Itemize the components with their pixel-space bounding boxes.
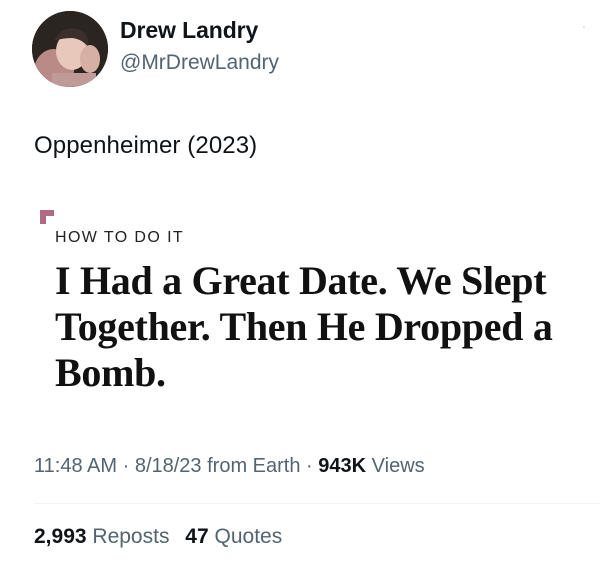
reposts-link[interactable]: 2,993 Reposts (34, 525, 169, 548)
author-display-name[interactable]: Drew Landry (120, 17, 258, 44)
avatar-photo (32, 11, 108, 87)
views-label: Views (371, 455, 425, 477)
avatar[interactable] (32, 11, 108, 87)
engagement-stats: 2,993 Reposts 47 Quotes (34, 525, 282, 549)
kicker-mark-icon (40, 210, 54, 224)
meta-separator: · (122, 455, 130, 477)
more-options-icon[interactable]: · (576, 18, 592, 42)
quotes-link[interactable]: 47 Quotes (185, 525, 282, 548)
tweet-text: Oppenheimer (2023) (34, 132, 258, 159)
author-handle[interactable]: @MrDrewLandry (120, 51, 279, 75)
article-headline: I Had a Great Date. We Slept Together. T… (55, 258, 553, 395)
divider (34, 503, 600, 504)
quotes-count: 47 (185, 525, 209, 548)
tweet-date[interactable]: 8/18/23 (135, 455, 202, 477)
tweet-source: from Earth (207, 455, 301, 477)
quotes-label: Quotes (214, 525, 283, 548)
reposts-label: Reposts (92, 525, 170, 548)
reposts-count: 2,993 (34, 525, 87, 548)
tweet-metadata: 11:48 AM · 8/18/23 from Earth · 943K Vie… (34, 455, 425, 478)
views-count[interactable]: 943K (318, 455, 366, 477)
meta-separator: · (306, 455, 313, 477)
article-kicker: HOW TO DO IT (55, 229, 185, 246)
tweet-time[interactable]: 11:48 AM (34, 455, 117, 477)
